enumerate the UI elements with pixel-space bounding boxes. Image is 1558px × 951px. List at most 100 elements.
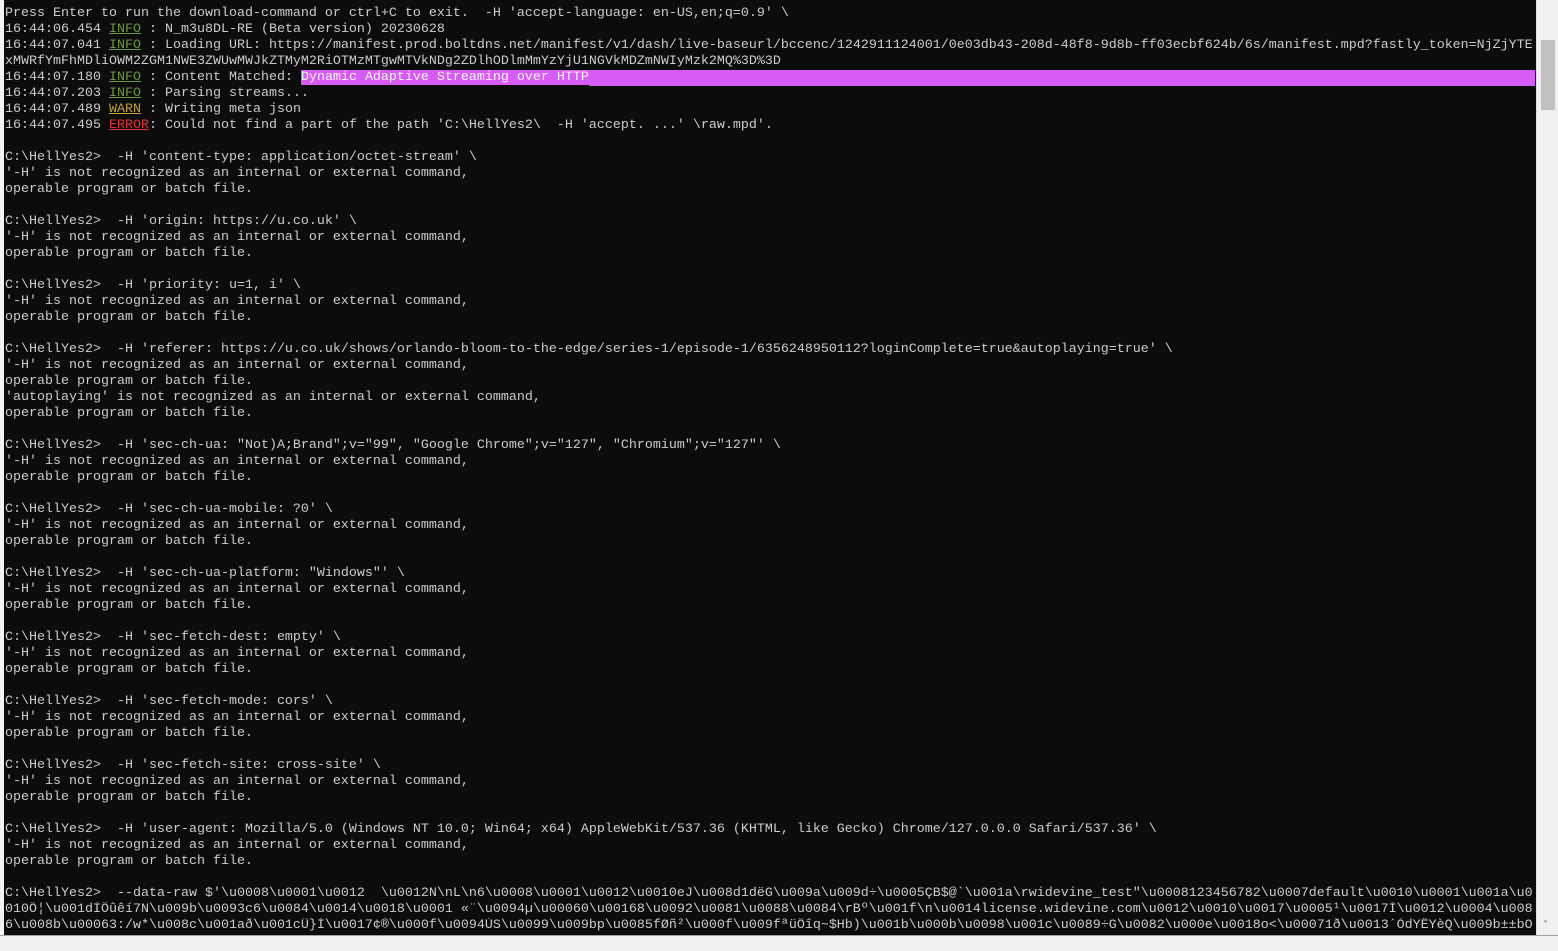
console-line: C:\HellYes2> -H 'sec-ch-ua-mobile: ?0' \ (5, 502, 1535, 518)
console-line: C:\HellYes2> -H 'sec-fetch-mode: cors' \ (5, 694, 1535, 710)
console-text: operable program or batch file. (5, 182, 253, 197)
console-text: C:\HellYes2> -H 'user-agent: Mozilla/5.0… (5, 822, 1157, 837)
console-text: C:\HellYes2> -H 'referer: https://u.co.u… (5, 342, 1173, 357)
console-text: operable program or batch file. (5, 470, 253, 485)
console-text: operable program or batch file. (5, 662, 253, 677)
console-text: operable program or batch file. (5, 598, 253, 613)
console-line: '-H' is not recognized as an internal or… (5, 166, 1535, 182)
console-text: : Could not find a part of the path 'C:\… (148, 118, 773, 133)
console-line: operable program or batch file. (5, 790, 1535, 806)
console-line: 16:44:07.489 WARN : Writing meta json (5, 102, 1535, 118)
console-line: operable program or batch file. (5, 854, 1535, 870)
console-text: C:\HellYes2> -H 'sec-ch-ua-platform: "Wi… (5, 566, 405, 581)
console-text: '-H' is not recognized as an internal or… (5, 454, 469, 469)
console-text: '-H' is not recognized as an internal or… (5, 358, 469, 373)
console-line: 16:44:07.203 INFO : Parsing streams... (5, 86, 1535, 102)
console-text: : N_m3u8DL-RE (Beta version) 20230628 (140, 22, 445, 37)
console-text: operable program or batch file. (5, 246, 253, 261)
scrollbar-thumb[interactable] (1541, 40, 1555, 110)
vertical-scrollbar[interactable]: ˅ (1536, 0, 1558, 935)
log-level-warn: WARN (108, 102, 141, 117)
console-text: '-H' is not recognized as an internal or… (5, 838, 469, 853)
console-line: operable program or batch file. (5, 246, 1535, 262)
console-line: operable program or batch file. (5, 598, 1535, 614)
console-output[interactable]: Press Enter to run the download-command … (5, 6, 1535, 935)
console-text: : Writing meta json (140, 102, 301, 117)
console-line: C:\HellYes2> --data-raw $'\u0008\u0001\u… (5, 886, 1535, 902)
console-line: '-H' is not recognized as an internal or… (5, 454, 1535, 470)
console-text: 16:44:06.454 (5, 22, 109, 37)
console-text: Press Enter to run the download-command … (5, 6, 789, 21)
console-line: 16:44:07.180 INFO : Content Matched: Dyn… (5, 70, 1535, 86)
console-line: C:\HellYes2> -H 'sec-ch-ua-platform: "Wi… (5, 566, 1535, 582)
window-left-edge (0, 0, 4, 950)
console-line: operable program or batch file. (5, 406, 1535, 422)
console-text: '-H' is not recognized as an internal or… (5, 774, 469, 789)
console-text: '-H' is not recognized as an internal or… (5, 166, 469, 181)
console-text: C:\HellYes2> -H 'priority: u=1, i' \ (5, 278, 301, 293)
log-level-info: INFO (108, 38, 141, 53)
console-line: 010Ö¦\u001dÍÔûêí7N\u009b\u0093c6\u0084\u… (5, 902, 1535, 918)
console-text: C:\HellYes2> -H 'sec-fetch-mode: cors' \ (5, 694, 333, 709)
console-text: '-H' is not recognized as an internal or… (5, 646, 469, 661)
console-line: operable program or batch file. (5, 182, 1535, 198)
console-text: '-H' is not recognized as an internal or… (5, 582, 469, 597)
scroll-down-arrow-icon[interactable]: ˅ (1543, 920, 1548, 931)
console-line: C:\HellYes2> -H 'content-type: applicati… (5, 150, 1535, 166)
console-line: Press Enter to run the download-command … (5, 6, 1535, 22)
console-line: '-H' is not recognized as an internal or… (5, 646, 1535, 662)
console-text: : Content Matched: (140, 70, 301, 85)
console-text: : Parsing streams... (140, 86, 309, 101)
log-level-info: INFO (108, 70, 141, 85)
highlighted-text: Dynamic Adaptive Streaming over HTTP (300, 70, 589, 85)
console-line: operable program or batch file. (5, 534, 1535, 550)
console-line: operable program or batch file. (5, 662, 1535, 678)
console-text: : Loading URL: https://manifest.prod.bol… (140, 38, 1533, 53)
console-text: 16:44:07.041 (5, 38, 109, 53)
console-text: C:\HellYes2> -H 'origin: https://u.co.uk… (5, 214, 357, 229)
console-text: C:\HellYes2> -H 'sec-ch-ua: "Not)A;Brand… (5, 438, 781, 453)
console-line: '-H' is not recognized as an internal or… (5, 710, 1535, 726)
console-text: '-H' is not recognized as an internal or… (5, 230, 469, 245)
console-line: operable program or batch file. (5, 374, 1535, 390)
console-line: '-H' is not recognized as an internal or… (5, 774, 1535, 790)
console-text: C:\HellYes2> -H 'sec-fetch-site: cross-s… (5, 758, 381, 773)
console-line: 16:44:07.495 ERROR: Could not find a par… (5, 118, 1535, 134)
console-line: C:\HellYes2> -H 'sec-ch-ua: "Not)A;Brand… (5, 438, 1535, 454)
console-text: operable program or batch file. (5, 854, 253, 869)
highlight-fill (588, 70, 1535, 86)
console-line: C:\HellYes2> -H 'sec-fetch-dest: empty' … (5, 630, 1535, 646)
console-text: C:\HellYes2> --data-raw $'\u0008\u0001\u… (5, 886, 1533, 901)
console-text: operable program or batch file. (5, 310, 253, 325)
console-line: '-H' is not recognized as an internal or… (5, 838, 1535, 854)
log-level-info: INFO (108, 22, 141, 37)
console-text: xMWRfYmFhMDliOWM2ZGM1NWE3ZWUwMWJkZTMyM2R… (5, 54, 781, 69)
console-line: '-H' is not recognized as an internal or… (5, 518, 1535, 534)
console-line: operable program or batch file. (5, 726, 1535, 742)
console-text: C:\HellYes2> -H 'sec-fetch-dest: empty' … (5, 630, 341, 645)
console-text: C:\HellYes2> -H 'content-type: applicati… (5, 150, 477, 165)
console-line: '-H' is not recognized as an internal or… (5, 294, 1535, 310)
console-text: 16:44:07.203 (5, 86, 109, 101)
console-text: operable program or batch file. (5, 790, 253, 805)
console-line: 6\u008b\u00063:/w*\u008c\u001að\u001cÜ}Ì… (5, 918, 1535, 934)
console-line: C:\HellYes2> -H 'sec-fetch-site: cross-s… (5, 758, 1535, 774)
console-line: 'autoplaying' is not recognized as an in… (5, 390, 1535, 406)
console-text: 'autoplaying' is not recognized as an in… (5, 390, 541, 405)
console-text: '-H' is not recognized as an internal or… (5, 710, 469, 725)
console-text: '-H' is not recognized as an internal or… (5, 294, 469, 309)
console-line: 16:44:07.041 INFO : Loading URL: https:/… (5, 38, 1535, 54)
console-line: '-H' is not recognized as an internal or… (5, 358, 1535, 374)
console-text: operable program or batch file. (5, 534, 253, 549)
